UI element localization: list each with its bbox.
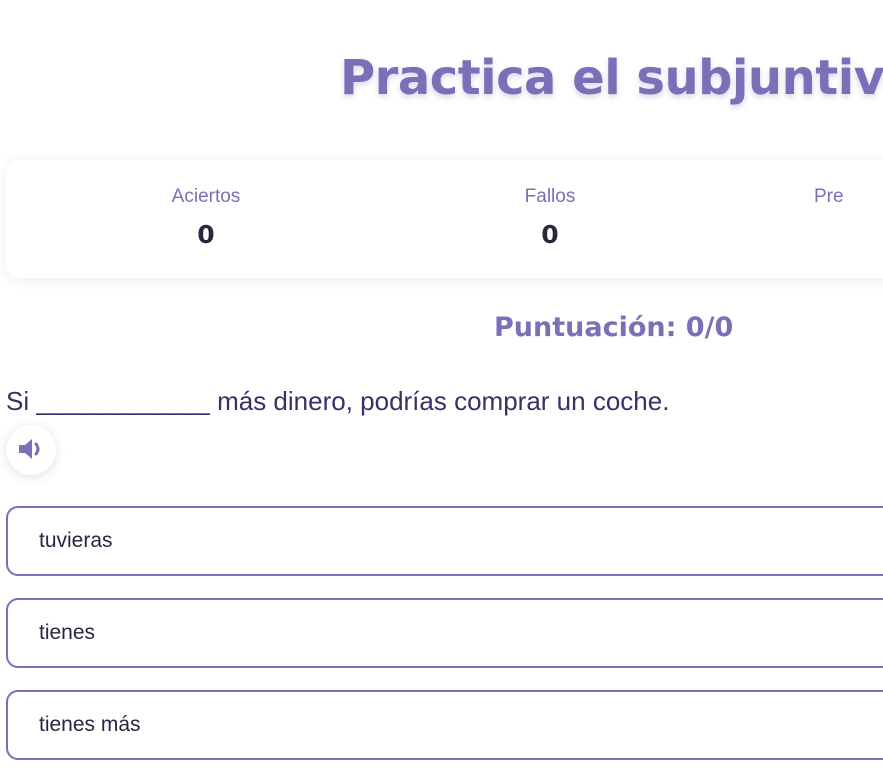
stat-third: Pre xyxy=(814,186,883,208)
stat-correct-value: 0 xyxy=(197,220,215,249)
stat-correct: Aciertos 0 xyxy=(106,186,306,249)
question-sentence: Si ____________ más dinero, podrías comp… xyxy=(6,386,670,416)
answer-option-3[interactable]: tienes más xyxy=(6,690,883,760)
practice-page: Practica el subjuntivo Aciertos 0 Fallos… xyxy=(0,0,883,778)
stat-wrong: Fallos 0 xyxy=(450,186,650,249)
answer-option-1[interactable]: tuvieras xyxy=(6,506,883,576)
answer-option-label: tienes más xyxy=(39,713,141,736)
stats-card: Aciertos 0 Fallos 0 Pre xyxy=(6,160,883,278)
stat-wrong-label: Fallos xyxy=(524,186,576,207)
stat-wrong-value: 0 xyxy=(541,220,559,249)
play-audio-button[interactable] xyxy=(6,425,56,475)
answer-option-label: tienes xyxy=(39,621,96,644)
stat-third-label: Pre xyxy=(814,186,844,207)
page-title: Practica el subjuntivo xyxy=(340,50,883,106)
answer-option-label: tuvieras xyxy=(39,529,113,552)
stat-correct-label: Aciertos xyxy=(171,186,241,207)
speaker-icon xyxy=(17,436,45,465)
answer-option-2[interactable]: tienes xyxy=(6,598,883,668)
score-display: Puntuación: 0/0 xyxy=(494,312,734,343)
